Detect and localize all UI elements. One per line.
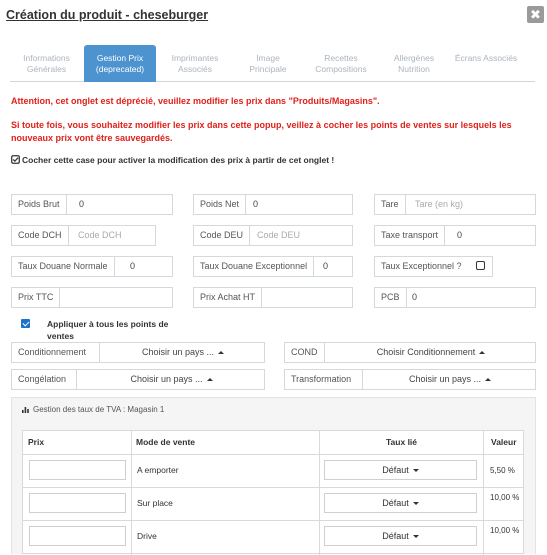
congelation-field: Congélation Choisir un pays ... (11, 369, 265, 390)
conditionnement-select[interactable]: Choisir un pays ... (100, 343, 266, 362)
taux-exceptionnel-label: Taux Exceptionnel ? (381, 261, 462, 271)
taux-douane-normale-label: Taux Douane Normale (12, 257, 115, 276)
prix-achat-ht-input[interactable] (264, 288, 271, 307)
deprecation-warning: Attention, cet onglet est déprécié, veui… (11, 96, 380, 106)
cond-field: COND Choisir Conditionnement (284, 342, 536, 363)
conditionnement-label: Conditionnement (12, 343, 100, 362)
col-prix-header: Prix (28, 437, 45, 447)
code-deu-input[interactable]: Code DEU (250, 226, 300, 245)
congelation-select[interactable]: Choisir un pays ... (77, 370, 266, 389)
row-divider (23, 454, 523, 455)
tab-informations-generales[interactable]: Informations Générales (10, 45, 83, 82)
column-divider (319, 431, 320, 555)
tab-bar: Informations Générales Gestion Prix (dep… (10, 45, 535, 82)
mode-vente-cell: Drive (137, 531, 157, 541)
poids-brut-label: Poids Brut (12, 195, 67, 214)
pcb-field: PCB 0 (374, 287, 536, 308)
tare-input[interactable]: Tare (en kg) (408, 195, 463, 214)
taux-select[interactable]: Défaut (324, 493, 477, 513)
column-divider (483, 431, 484, 555)
mode-vente-cell: Sur place (137, 498, 173, 508)
prix-achat-ht-field: Prix Achat HT (193, 287, 353, 308)
activate-edit-label: Cocher cette case pour activer la modifi… (22, 155, 335, 165)
prix-input[interactable] (29, 526, 126, 546)
prix-achat-ht-label: Prix Achat HT (194, 288, 263, 307)
taux-select[interactable]: Défaut (324, 526, 477, 546)
dialog-title: Création du produit - cheseburger (6, 8, 209, 22)
congelation-label: Congélation (12, 370, 77, 389)
taux-douane-normale-field: Taux Douane Normale 0 (11, 256, 173, 277)
prix-input[interactable] (29, 460, 126, 480)
caret-down-icon (412, 535, 419, 539)
poids-net-field: Poids Net 0 (193, 194, 353, 215)
poids-net-input[interactable]: 0 (246, 195, 258, 214)
pcb-label: PCB (375, 288, 407, 307)
conditionnement-field: Conditionnement Choisir un pays ... (11, 342, 265, 363)
taux-douane-exceptionnel-label: Taux Douane Exceptionnel (194, 257, 315, 276)
col-mode-header: Mode de vente (136, 437, 196, 447)
cond-label: COND (285, 343, 325, 362)
valeur-cell: 10,00 % (490, 493, 520, 502)
caret-up-icon (206, 378, 213, 382)
valeur-cell: 5,50 % (490, 466, 515, 475)
code-deu-field: Code DEU Code DEU (193, 225, 353, 246)
transformation-field: Transformation Choisir un pays ... (284, 369, 536, 390)
tab-gestion-prix[interactable]: Gestion Prix (deprecated) (84, 45, 156, 82)
transformation-select[interactable]: Choisir un pays ... (363, 370, 537, 389)
valeur-cell: 10,00 % (490, 526, 520, 535)
poids-brut-field: Poids Brut 0 (11, 194, 173, 215)
tva-panel-title: Gestion des taux de TVA : Magasin 1 (22, 405, 164, 414)
caret-down-icon (412, 502, 419, 506)
transformation-label: Transformation (285, 370, 363, 389)
prix-ttc-label: Prix TTC (12, 288, 61, 307)
caret-up-icon (218, 351, 225, 355)
taxe-transport-input[interactable]: 0 (450, 226, 462, 245)
caret-down-icon (412, 469, 419, 473)
close-icon: ✖ (530, 7, 541, 22)
activate-edit-checkbox[interactable]: Cocher cette case pour activer la modifi… (11, 155, 334, 165)
code-dch-field: Code DCH Code DCH (11, 225, 156, 246)
taux-exceptionnel-field: Taux Exceptionnel ? (374, 256, 493, 277)
tare-field: Tare Tare (en kg) (374, 194, 536, 215)
prix-input[interactable] (29, 493, 126, 513)
mode-vente-cell: A emporter (137, 465, 179, 475)
code-dch-input[interactable]: Code DCH (71, 226, 122, 245)
code-dch-label: Code DCH (12, 226, 69, 245)
col-valeur-header: Valeur (491, 437, 517, 447)
close-button[interactable]: ✖ (527, 6, 544, 23)
prix-ttc-input[interactable] (67, 288, 74, 307)
taux-select[interactable]: Défaut (324, 460, 477, 480)
cond-select[interactable]: Choisir Conditionnement (325, 343, 537, 362)
tab-recettes-compositions[interactable]: Recettes Compositions (306, 45, 376, 82)
apply-all-label: Appliquer à tous les points de ventes (47, 319, 169, 341)
prix-ttc-field: Prix TTC (11, 287, 173, 308)
poids-net-label: Poids Net (194, 195, 247, 214)
tva-table: Prix Mode de vente Taux lié Valeur A emp… (22, 430, 524, 555)
caret-up-icon (485, 378, 492, 382)
taux-douane-exceptionnel-input[interactable]: 0 (316, 257, 328, 276)
col-taux-header: Taux lié (386, 437, 418, 447)
save-warning: Si toute fois, vous souhaitez modifier l… (11, 120, 512, 143)
taux-douane-exceptionnel-field: Taux Douane Exceptionnel 0 (193, 256, 353, 277)
taux-douane-normale-input[interactable]: 0 (123, 257, 135, 276)
caret-up-icon (479, 351, 486, 355)
taux-exceptionnel-checkbox[interactable] (476, 261, 485, 270)
check-square-icon (11, 155, 20, 164)
tare-label: Tare (375, 195, 406, 214)
bar-chart-icon (22, 407, 29, 413)
code-deu-label: Code DEU (194, 226, 251, 245)
pcb-input[interactable]: 0 (405, 288, 417, 307)
taxe-transport-field: Taxe transport 0 (374, 225, 536, 246)
poids-brut-input[interactable]: 0 (72, 195, 84, 214)
tab-image-principale[interactable]: Image Principale (238, 45, 298, 82)
apply-all-checkbox[interactable] (21, 319, 30, 328)
row-divider (23, 520, 523, 521)
column-divider (131, 431, 132, 555)
tab-imprimantes-associes[interactable]: Imprimantes Associés (160, 45, 230, 82)
row-divider (23, 487, 523, 488)
tab-ecrans-associes[interactable]: Écrans Associés (454, 45, 518, 82)
tab-allergenes-nutrition[interactable]: Allergènes Nutrition (384, 45, 444, 82)
taxe-transport-label: Taxe transport (375, 226, 446, 245)
